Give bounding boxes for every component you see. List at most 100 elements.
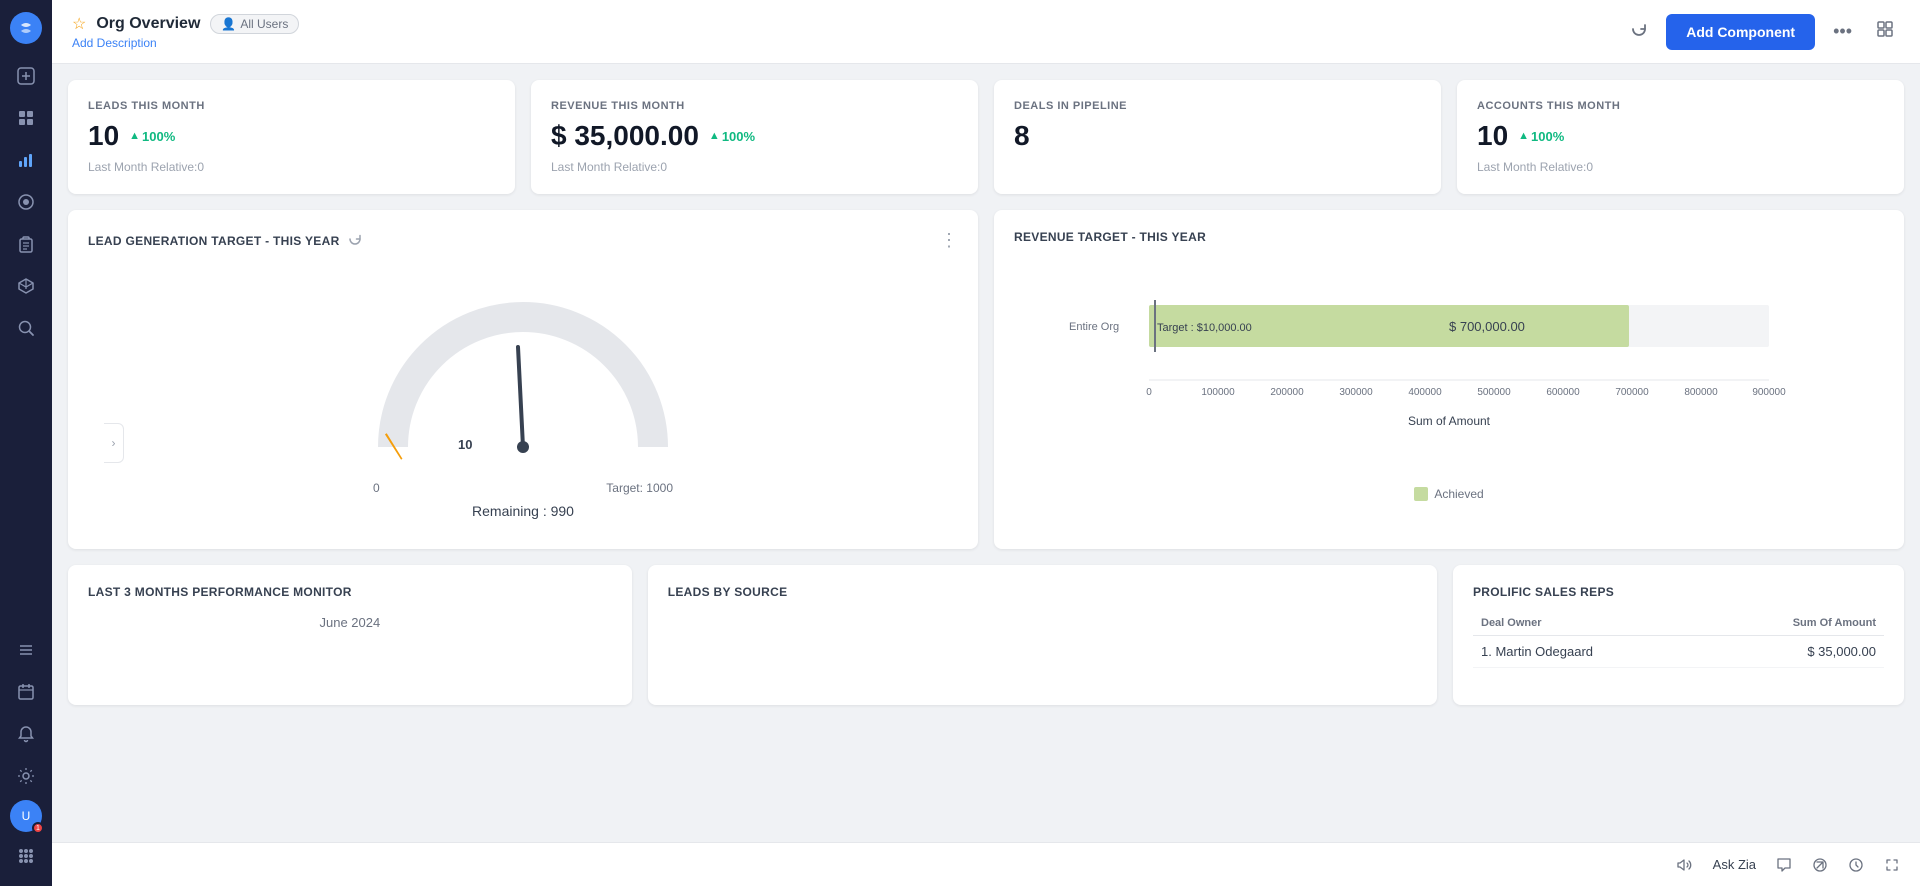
gauge-target-label: Target: 1000 (606, 481, 673, 495)
svg-text:900000: 900000 (1752, 387, 1786, 398)
svg-text:0: 0 (1146, 387, 1152, 398)
svg-text:$ 700,000.00: $ 700,000.00 (1449, 319, 1525, 334)
gauge-zero: 0 (373, 481, 380, 495)
kpi-leads-change: ▲ 100% (129, 129, 175, 144)
up-arrow-icon: ▲ (129, 130, 140, 142)
kpi-leads: LEADS THIS MONTH 10 ▲ 100% Last Month Re… (68, 80, 515, 194)
topbar-left: ☆ Org Overview 👤 All Users Add Descripti… (72, 14, 299, 50)
bar-chart-container: Entire Org Target : $10,000.00 $ 700,000… (1014, 260, 1884, 511)
sidebar-clipboard-icon[interactable] (8, 226, 44, 262)
kpi-accounts-value: 10 (1477, 120, 1508, 152)
svg-text:200000: 200000 (1270, 387, 1304, 398)
sidebar-grid-icon[interactable] (8, 838, 44, 874)
revenue-target-header: REVENUE TARGET - THIS YEAR (1014, 230, 1884, 244)
badge-label: All Users (240, 17, 288, 31)
sidebar-bell-icon[interactable] (8, 716, 44, 752)
app-logo (10, 12, 42, 44)
lead-target-title: LEAD GENERATION TARGET - THIS YEAR (88, 232, 362, 249)
prolific-table: Deal Owner Sum Of Amount 1. Martin Odega… (1473, 611, 1884, 668)
ask-zia-button[interactable]: Ask Zia (1713, 857, 1756, 872)
svg-text:800000: 800000 (1684, 387, 1718, 398)
kpi-deals: DEALS IN PIPELINE 8 (994, 80, 1441, 194)
prolific-reps-panel: PROLIFIC SALES REPS Deal Owner Sum Of Am… (1453, 565, 1904, 705)
sidebar-calendar-icon[interactable] (8, 674, 44, 710)
kpi-leads-value-row: 10 ▲ 100% (88, 120, 495, 152)
speaker-button[interactable] (1677, 857, 1693, 873)
kpi-revenue: REVENUE THIS MONTH $ 35,000.00 ▲ 100% La… (531, 80, 978, 194)
layout-button[interactable] (1870, 14, 1900, 49)
refresh-button[interactable] (1624, 14, 1654, 49)
svg-text:100000: 100000 (1201, 387, 1235, 398)
svg-text:Entire Org: Entire Org (1069, 321, 1119, 333)
sidebar-box-icon[interactable] (8, 268, 44, 304)
sidebar-chart-icon[interactable] (8, 142, 44, 178)
favorite-icon[interactable]: ☆ (72, 14, 86, 34)
lead-target-header: LEAD GENERATION TARGET - THIS YEAR ⋮ (88, 230, 958, 251)
legend-achieved-dot (1414, 487, 1428, 501)
users-badge[interactable]: 👤 All Users (210, 14, 299, 34)
kpi-deals-value: 8 (1014, 120, 1030, 152)
avatar-initials: U (22, 809, 31, 823)
notification-badge: 1 (32, 822, 44, 834)
kpi-revenue-change-value: 100% (722, 129, 755, 144)
lead-target-menu-button[interactable]: ⋮ (940, 230, 958, 251)
expand-button[interactable] (1884, 857, 1900, 873)
sidebar-home-icon[interactable] (8, 100, 44, 136)
page-title: Org Overview (96, 15, 200, 33)
sidebar: U 1 (0, 0, 52, 886)
svg-text:10: 10 (458, 437, 472, 452)
revenue-target-panel: REVENUE TARGET - THIS YEAR Entire Org (994, 210, 1904, 549)
gauge-container: 10 0 Target: 1000 Remaining : 990 (88, 267, 958, 529)
kpi-accounts-change: ▲ 100% (1518, 129, 1564, 144)
add-component-button[interactable]: Add Component (1666, 14, 1815, 50)
kpi-revenue-value: $ 35,000.00 (551, 120, 699, 152)
lead-target-panel: LEAD GENERATION TARGET - THIS YEAR ⋮ (68, 210, 978, 549)
performance-panel: LAST 3 MONTHS PERFORMANCE MONITOR June 2… (68, 565, 632, 705)
prolific-reps-title: PROLIFIC SALES REPS (1473, 585, 1884, 599)
kpi-revenue-change: ▲ 100% (709, 129, 755, 144)
bottom-toolbar: Ask Zia (52, 842, 1920, 886)
lead-target-refresh-icon[interactable] (348, 232, 362, 249)
kpi-deals-label: DEALS IN PIPELINE (1014, 100, 1421, 112)
sidebar-list-icon[interactable] (8, 632, 44, 668)
legend-achieved-label: Achieved (1434, 487, 1483, 501)
kpi-accounts-value-row: 10 ▲ 100% (1477, 120, 1884, 152)
sidebar-search-icon[interactable] (8, 310, 44, 346)
dashboard: LEADS THIS MONTH 10 ▲ 100% Last Month Re… (52, 64, 1920, 842)
kpi-leads-label: LEADS THIS MONTH (88, 100, 495, 112)
performance-period: June 2024 (88, 615, 612, 630)
kpi-accounts-label: ACCOUNTS THIS MONTH (1477, 100, 1884, 112)
sidebar-collapse-button[interactable]: › (104, 423, 124, 463)
sidebar-settings-icon[interactable] (8, 758, 44, 794)
svg-text:400000: 400000 (1408, 387, 1442, 398)
zia-icon-button[interactable] (1812, 857, 1828, 873)
chart-row: LEAD GENERATION TARGET - THIS YEAR ⋮ (68, 210, 1904, 549)
more-options-button[interactable]: ••• (1827, 15, 1858, 48)
sidebar-circle-icon[interactable] (8, 184, 44, 220)
topbar: ☆ Org Overview 👤 All Users Add Descripti… (52, 0, 1920, 64)
feedback-button[interactable] (1776, 857, 1792, 873)
gauge-chart: 10 (363, 277, 683, 477)
kpi-deals-value-row: 8 (1014, 120, 1421, 152)
sidebar-add-icon[interactable] (8, 58, 44, 94)
leads-source-panel: LEADS BY SOURCE (648, 565, 1437, 705)
kpi-revenue-label: REVENUE THIS MONTH (551, 100, 958, 112)
bar-chart-legend: Achieved (1014, 487, 1884, 501)
user-avatar[interactable]: U 1 (10, 800, 42, 832)
deal-amount-cell: $ 35,000.00 (1704, 636, 1884, 668)
kpi-revenue-value-row: $ 35,000.00 ▲ 100% (551, 120, 958, 152)
kpi-row: LEADS THIS MONTH 10 ▲ 100% Last Month Re… (68, 80, 1904, 194)
kpi-leads-sub: Last Month Relative:0 (88, 160, 495, 174)
users-icon: 👤 (221, 17, 236, 31)
svg-text:Sum of Amount: Sum of Amount (1408, 414, 1491, 428)
kpi-leads-value: 10 (88, 120, 119, 152)
revenue-target-title: REVENUE TARGET - THIS YEAR (1014, 230, 1206, 244)
gauge-labels: 0 Target: 1000 (373, 481, 673, 495)
kpi-accounts: ACCOUNTS THIS MONTH 10 ▲ 100% Last Month… (1457, 80, 1904, 194)
add-description-link[interactable]: Add Description (72, 36, 299, 50)
clock-button[interactable] (1848, 857, 1864, 873)
col-amount-header: Sum Of Amount (1704, 611, 1884, 636)
up-arrow-icon-2: ▲ (709, 130, 720, 142)
kpi-accounts-sub: Last Month Relative:0 (1477, 160, 1884, 174)
gauge-remaining: Remaining : 990 (472, 503, 574, 519)
